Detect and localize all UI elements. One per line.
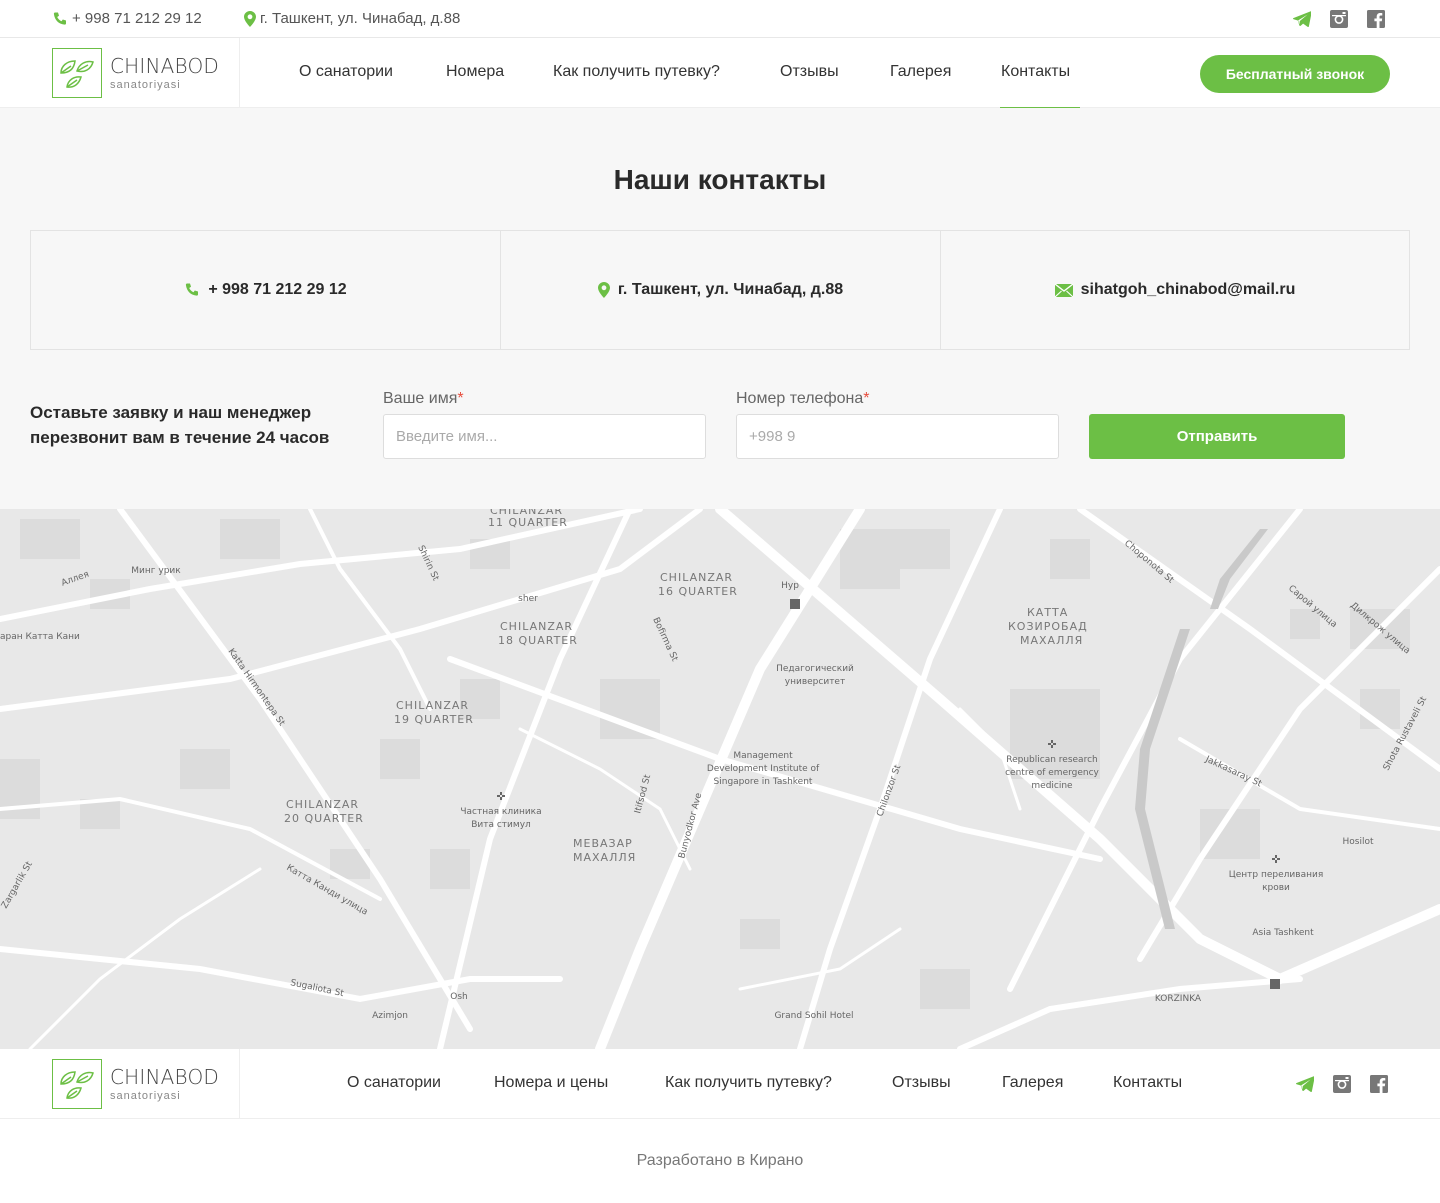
svg-text:CHILANZAR: CHILANZAR — [396, 699, 469, 712]
free-call-button[interactable]: Бесплатный звонок — [1200, 55, 1390, 93]
page-title: Наши контакты — [613, 164, 827, 195]
contact-cards: + 998 71 212 29 12 г. Ташкент, ул. Чинаб… — [30, 230, 1410, 350]
footer-nav-how-to-get[interactable]: Как получить путевку? — [665, 1074, 832, 1092]
footer-logo-subtitle: sanatoriyasi — [110, 1089, 181, 1102]
svg-text:Azimjon: Azimjon — [372, 1011, 408, 1021]
contact-card-phone[interactable]: + 998 71 212 29 12 — [31, 231, 501, 349]
top-phone-text: + 998 71 212 29 12 — [72, 10, 202, 27]
phone-icon — [53, 12, 66, 25]
svg-text:Singapore in Tashkent: Singapore in Tashkent — [714, 777, 813, 787]
phone-input[interactable]: +998 9 — [736, 414, 1059, 459]
svg-text:Вита стимул: Вита стимул — [471, 820, 531, 830]
footer-nav-rooms-prices[interactable]: Номера и цены — [494, 1074, 608, 1092]
phone-icon — [186, 283, 199, 296]
nav-item-rooms[interactable]: Номера — [446, 63, 504, 81]
contact-card-email[interactable]: sihatgoh_chinabod@mail.ru — [941, 231, 1409, 349]
phone-field-label: Номер телефона* — [736, 390, 870, 407]
svg-text:Grand Sohil Hotel: Grand Sohil Hotel — [774, 1011, 853, 1021]
logo[interactable]: CHINABOD sanatoriyasi — [52, 48, 219, 98]
leaf-logo-icon — [52, 1059, 102, 1109]
name-input[interactable]: Введите имя... — [383, 414, 706, 459]
svg-text:КАТТА: КАТТА — [1027, 606, 1068, 619]
svg-text:Osh: Osh — [450, 992, 467, 1002]
footer-logo-box: CHINABOD sanatoriyasi — [0, 1049, 240, 1119]
svg-text:Asia Tashkent: Asia Tashkent — [1252, 928, 1314, 938]
svg-text:16 QUARTER: 16 QUARTER — [658, 585, 738, 598]
location-pin-icon — [597, 282, 610, 298]
callback-form-description: Оставьте заявку и наш менеджер перезвони… — [30, 403, 330, 447]
footer-nav-reviews[interactable]: Отзывы — [892, 1074, 951, 1092]
main-header: CHINABOD sanatoriyasi О санатории Номера… — [0, 38, 1440, 109]
svg-text:университет: университет — [785, 677, 845, 687]
footer-logo[interactable]: CHINABOD sanatoriyasi — [52, 1059, 219, 1109]
map[interactable]: CHILANZAR 11 QUARTER CHILANZAR 16 QUARTER … — [0, 509, 1440, 1049]
nav-item-how-to-get[interactable]: Как получить путевку? — [553, 63, 720, 81]
facebook-icon[interactable] — [1370, 1075, 1388, 1093]
leaf-logo-icon — [52, 48, 102, 98]
logo-name: CHINABOD — [110, 53, 220, 78]
svg-text:CHILANZAR: CHILANZAR — [660, 571, 733, 584]
contact-email-text: sihatgoh_chinabod@mail.ru — [1080, 281, 1296, 298]
telegram-icon[interactable] — [1293, 10, 1311, 28]
submit-button[interactable]: Отправить — [1089, 414, 1345, 459]
svg-text:KORZINKA: KORZINKA — [1155, 994, 1202, 1004]
svg-text:МАХАЛЛЯ: МАХАЛЛЯ — [573, 851, 636, 864]
copyright[interactable]: Разработано в Кирано — [0, 1152, 1440, 1170]
svg-text:18 QUARTER: 18 QUARTER — [498, 634, 578, 647]
svg-text:centre of emergency: centre of emergency — [1005, 768, 1099, 778]
svg-text:11 QUARTER: 11 QUARTER — [488, 516, 568, 529]
svg-text:Минг урик: Минг урик — [131, 566, 181, 576]
svg-text:Педагогический: Педагогический — [776, 664, 854, 674]
location-pin-icon — [244, 10, 256, 27]
header-logo-box: CHINABOD sanatoriyasi — [0, 38, 240, 107]
footer-social-links — [1296, 1075, 1388, 1093]
mail-icon — [1054, 283, 1073, 297]
svg-text:Hyp: Hyp — [781, 581, 799, 591]
logo-subtitle: sanatoriyasi — [110, 78, 181, 91]
svg-text:МЕВАЗАР: МЕВАЗАР — [573, 837, 633, 850]
contact-address-text: г. Ташкент, ул. Чинабад, д.88 — [617, 281, 844, 298]
svg-text:крови: крови — [1262, 883, 1290, 893]
svg-text:19 QUARTER: 19 QUARTER — [394, 713, 474, 726]
footer-nav-contacts[interactable]: Контакты — [1113, 1074, 1182, 1092]
svg-text:Republican research: Republican research — [1006, 755, 1097, 765]
svg-text:Hosilot: Hosilot — [1343, 837, 1374, 847]
svg-text:аран Катта Кани: аран Катта Кани — [0, 632, 80, 642]
name-field-label: Ваше имя* — [383, 390, 464, 407]
contact-phone-text: + 998 71 212 29 12 — [208, 281, 347, 298]
svg-text:medicine: medicine — [1031, 781, 1073, 791]
footer-logo-name: CHINABOD — [110, 1064, 220, 1089]
footer: CHINABOD sanatoriyasi О санатории Номера… — [0, 1049, 1440, 1119]
nav-item-contacts[interactable]: Контакты — [1001, 63, 1070, 81]
svg-text:Частная клиника: Частная клиника — [460, 807, 541, 817]
nav-item-about[interactable]: О санатории — [299, 63, 393, 81]
svg-text:20 QUARTER: 20 QUARTER — [284, 812, 364, 825]
svg-text:КОЗИРОБАД: КОЗИРОБАД — [1008, 620, 1088, 633]
nav-item-gallery[interactable]: Галерея — [890, 63, 951, 81]
nav-item-reviews[interactable]: Отзывы — [780, 63, 839, 81]
svg-text:CHILANZAR: CHILANZAR — [286, 798, 359, 811]
top-bar: + 998 71 212 29 12 г. Ташкент, ул. Чинаб… — [0, 0, 1440, 38]
instagram-icon[interactable] — [1330, 10, 1348, 28]
contact-card-address: г. Ташкент, ул. Чинабад, д.88 — [501, 231, 941, 349]
footer-nav-gallery[interactable]: Галерея — [1002, 1074, 1063, 1092]
svg-text:Management: Management — [733, 751, 793, 761]
svg-text:sher: sher — [518, 594, 538, 604]
svg-text:CHILANZAR: CHILANZAR — [500, 620, 573, 633]
top-social-links — [1293, 10, 1385, 28]
facebook-icon[interactable] — [1367, 10, 1385, 28]
instagram-icon[interactable] — [1333, 1075, 1351, 1093]
contacts-section: Наши контакты + 998 71 212 29 12 г. Ташк… — [0, 108, 1440, 509]
svg-text:Центр переливания: Центр переливания — [1229, 870, 1323, 880]
top-phone[interactable]: + 998 71 212 29 12 — [52, 10, 202, 27]
svg-text:МАХАЛЛЯ: МАХАЛЛЯ — [1020, 634, 1083, 647]
footer-nav-about[interactable]: О санатории — [347, 1074, 441, 1092]
map-canvas[interactable]: CHILANZAR11 QUARTER CHILANZAR16 QUARTER … — [0, 509, 1440, 1049]
top-address-text: г. Ташкент, ул. Чинабад, д.88 — [260, 10, 461, 27]
telegram-icon[interactable] — [1296, 1075, 1314, 1093]
svg-text:Development Institute of: Development Institute of — [707, 764, 820, 774]
top-address: г. Ташкент, ул. Чинабад, д.88 — [244, 10, 460, 27]
